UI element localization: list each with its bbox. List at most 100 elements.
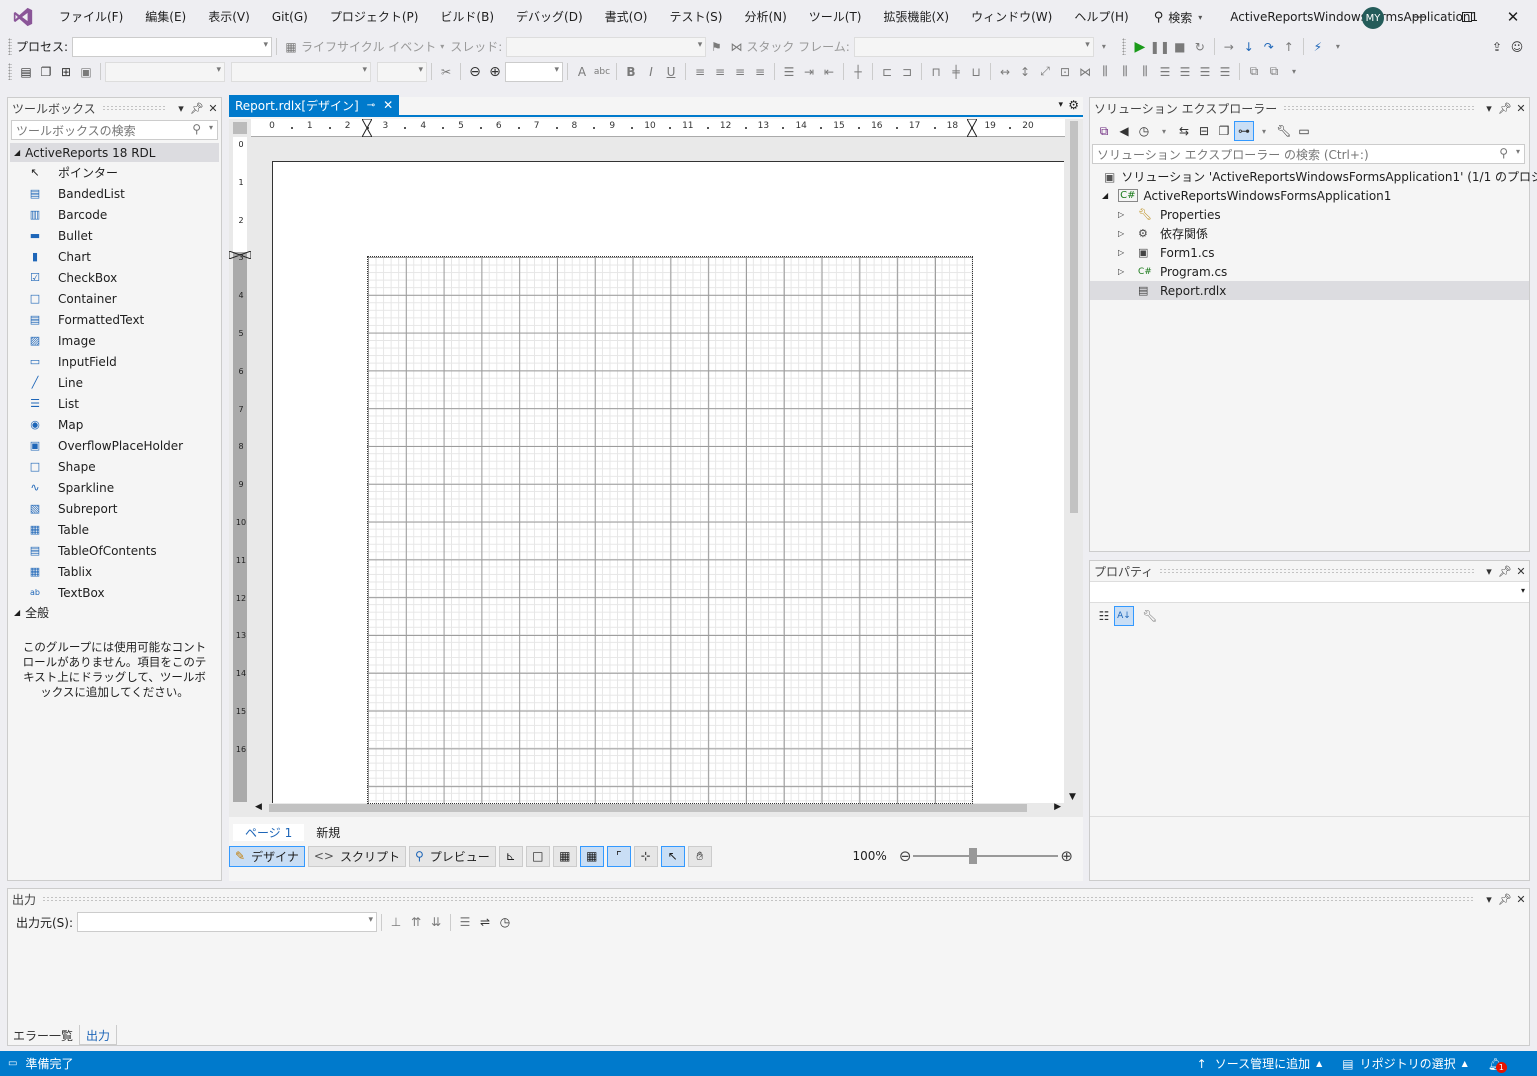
output-text-area[interactable] <box>8 935 1529 1025</box>
toolbar-overflow-icon[interactable]: ▾ <box>1284 62 1304 82</box>
left-margin-marker-icon[interactable] <box>361 118 373 138</box>
properties-wrench-icon[interactable]: 🔧︎ <box>1274 121 1294 141</box>
align-center-icon[interactable]: ≡ <box>710 62 730 82</box>
same-size-icon[interactable]: ⤢ <box>1035 62 1055 82</box>
tree-item[interactable]: ▤ Report.rdlx <box>1090 281 1529 300</box>
dimension-lines-button[interactable]: ⊹ <box>633 845 658 867</box>
property-pages-wrench-icon[interactable]: 🔧︎ <box>1140 606 1160 626</box>
toolbar-overflow-icon[interactable]: ▾ <box>1094 37 1114 57</box>
dropdown-icon[interactable]: ▾ <box>173 102 189 115</box>
close-icon[interactable]: ✕ <box>205 102 221 115</box>
lifecycle-events-label[interactable]: ライフサイクル イベント <box>301 38 436 55</box>
toolbar-grip[interactable] <box>8 63 12 80</box>
process-combo[interactable] <box>72 36 273 57</box>
right-margin-marker-icon[interactable] <box>966 118 978 138</box>
menu-item[interactable]: 編集(E) <box>134 0 197 34</box>
font-combo[interactable] <box>231 61 371 82</box>
toolbox-item[interactable]: □ Shape <box>8 456 221 477</box>
font-color-icon[interactable]: A <box>572 62 592 82</box>
menu-item[interactable]: ファイル(F) <box>48 0 134 34</box>
switch-views-icon[interactable]: ⧉ <box>1094 121 1114 141</box>
close-icon[interactable]: ✕ <box>383 98 393 112</box>
bold-icon[interactable]: B <box>621 62 641 82</box>
previous-message-icon[interactable]: ⇈ <box>406 912 426 932</box>
snap-lines-button[interactable]: ⌜ <box>606 845 631 867</box>
v-spacing-remove-icon[interactable]: ☰ <box>1215 62 1235 82</box>
pin-icon[interactable]: 📌︎ <box>189 102 205 115</box>
report-page[interactable] <box>272 161 1064 804</box>
thread-combo[interactable] <box>506 36 707 57</box>
copy-icon[interactable]: ❐ <box>36 62 56 82</box>
toolbox-group-activereports[interactable]: ◢ ActiveReports 18 RDL <box>10 143 219 162</box>
group-icon[interactable]: ⊞ <box>56 62 76 82</box>
align-middles-icon[interactable]: ╪ <box>946 62 966 82</box>
scroll-left-icon[interactable]: ◀ <box>255 802 262 812</box>
thread-filter-icon[interactable]: ⋈ <box>726 37 746 57</box>
close-window-button[interactable]: ✕ <box>1490 0 1536 34</box>
menu-item[interactable]: プロジェクト(P) <box>319 0 430 34</box>
preview-icon[interactable]: ▭ <box>1294 121 1314 141</box>
zoom-out-icon[interactable]: ⊖ <box>465 62 485 82</box>
zoom-out-icon[interactable]: ⊖ <box>899 847 912 865</box>
settings-icon[interactable]: ⚙ <box>1068 98 1079 112</box>
menu-item[interactable]: 拡張機能(X) <box>872 0 960 34</box>
preview-tab-button[interactable]: ⚲ プレビュー <box>408 845 496 867</box>
tab-overflow-icon[interactable]: ▾ <box>1058 100 1063 110</box>
toolbox-item[interactable]: ☑ CheckBox <box>8 267 221 288</box>
toolbox-item[interactable]: ↖ ポインター <box>8 162 221 183</box>
restart-icon[interactable]: ↻ <box>1190 37 1210 57</box>
toolbox-item[interactable]: ▬ Bullet <box>8 225 221 246</box>
filter-icon[interactable]: ⊶ <box>1234 121 1254 141</box>
tree-project-node[interactable]: ◢ C# ActiveReportsWindowsFormsApplicatio… <box>1090 186 1529 205</box>
search-button[interactable]: ⚲ 検索 ▾ <box>1148 9 1209 26</box>
vertical-scroll-thumb[interactable] <box>1070 121 1078 513</box>
page-tab-new[interactable]: 新規 <box>304 824 352 841</box>
v-spacing-increase-icon[interactable]: ☰ <box>1175 62 1195 82</box>
toolbox-item[interactable]: ∿ Sparkline <box>8 477 221 498</box>
chevron-down-icon[interactable]: ▾ <box>1154 121 1174 141</box>
v-spacing-decrease-icon[interactable]: ☰ <box>1195 62 1215 82</box>
collapsed-arrow-icon[interactable]: ▷ <box>1118 248 1132 257</box>
menu-item[interactable]: ヘルプ(H) <box>1063 0 1139 34</box>
toolbox-item[interactable]: ▤ BandedList <box>8 183 221 204</box>
tree-item[interactable]: ▷ ▣ Form1.cs <box>1090 243 1529 262</box>
justify-icon[interactable]: ≡ <box>750 62 770 82</box>
top-margin-marker-icon[interactable] <box>228 248 252 260</box>
avatar[interactable]: MY <box>1362 7 1384 29</box>
step-over-icon[interactable]: ↷ <box>1259 37 1279 57</box>
step-out-icon[interactable]: ↑ <box>1279 37 1299 57</box>
dropdown-icon[interactable]: ▾ <box>1481 565 1497 578</box>
stack-frame-combo[interactable] <box>853 36 1094 57</box>
toolbox-item[interactable]: ▤ FormattedText <box>8 309 221 330</box>
style-combo[interactable] <box>105 61 225 82</box>
pin-icon[interactable]: 📌︎ <box>1497 565 1513 578</box>
single-page-button[interactable]: □ <box>525 845 550 867</box>
designer-tab-button[interactable]: ✎ デザイナ <box>229 845 305 867</box>
toolbox-item[interactable]: ▦ Table <box>8 519 221 540</box>
h-spacing-remove-icon[interactable]: ⫼ <box>1135 62 1155 82</box>
notifications-button[interactable]: 🔔︎ 1 <box>1488 1057 1507 1073</box>
h-spacing-increase-icon[interactable]: ⫼ <box>1095 62 1115 82</box>
toolbox-item[interactable]: □ Container <box>8 288 221 309</box>
page-tab-page1[interactable]: ページ 1 <box>233 823 305 841</box>
tree-item[interactable]: ▷ C# Program.cs <box>1090 262 1529 281</box>
scroll-right-icon[interactable]: ▶ <box>1054 802 1061 812</box>
menu-item[interactable]: ビルド(B) <box>429 0 505 34</box>
send-to-back-icon[interactable]: ⧉ <box>1264 62 1284 82</box>
bring-to-front-icon[interactable]: ⧉ <box>1244 62 1264 82</box>
toolbox-group-general[interactable]: ◢ 全般 <box>8 603 221 622</box>
align-left-icon[interactable]: ≡ <box>690 62 710 82</box>
minimize-button[interactable]: — <box>1397 0 1443 34</box>
report-body-grid[interactable] <box>367 256 973 804</box>
collapse-all-icon[interactable]: ⊟ <box>1194 121 1214 141</box>
toolbar-overflow-icon[interactable]: ▾ <box>1328 37 1348 57</box>
toolbox-item[interactable]: ▤ TableOfContents <box>8 540 221 561</box>
tab-error-list[interactable]: エラー一覧 <box>7 1025 79 1045</box>
hot-reload-icon[interactable]: ⚡ <box>1308 37 1328 57</box>
underline-icon[interactable]: U <box>661 62 681 82</box>
align-lefts-icon[interactable]: ⊏ <box>877 62 897 82</box>
toolbox-item[interactable]: ▦ Tablix <box>8 561 221 582</box>
dropdown-icon[interactable]: ▾ <box>1481 102 1497 115</box>
pending-changes-icon[interactable]: ◷ <box>1134 121 1154 141</box>
flag-icon[interactable]: ⚑ <box>706 37 726 57</box>
